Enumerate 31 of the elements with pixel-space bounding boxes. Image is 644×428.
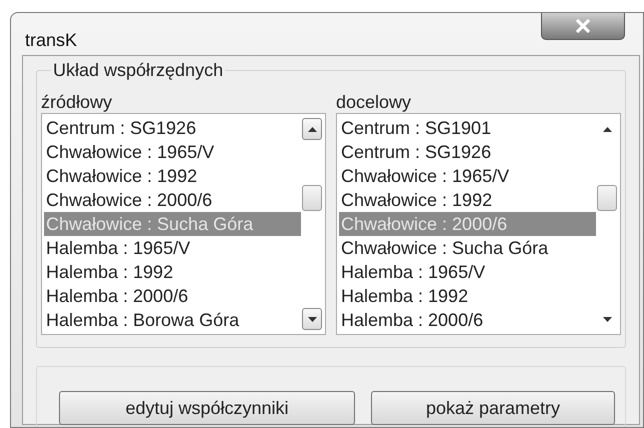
list-item[interactable]: Halemba : 2000/6 bbox=[339, 308, 596, 332]
list-item[interactable]: Chwałowice : 1992 bbox=[44, 164, 301, 188]
up-arrow-icon bbox=[602, 126, 612, 132]
scroll-up-button[interactable] bbox=[302, 118, 322, 140]
list-item[interactable]: Centrum : SG1901 bbox=[339, 116, 596, 140]
list-item[interactable]: Halemba : 2000/6 bbox=[44, 284, 301, 308]
list-label: źródłowy bbox=[41, 91, 112, 113]
list-item[interactable]: Chwałowice : 2000/6 bbox=[44, 188, 301, 212]
down-arrow-icon bbox=[602, 316, 612, 322]
list-item[interactable]: Chwałowice : Sucha Góra bbox=[339, 236, 596, 260]
list-item[interactable]: Halemba : 1965/V bbox=[339, 260, 596, 284]
list-item[interactable]: Halemba : 1992 bbox=[44, 260, 301, 284]
action-button[interactable]: edytuj współczynniki bbox=[59, 391, 355, 425]
scroll-thumb[interactable] bbox=[597, 185, 617, 211]
list-item[interactable]: Chwałowice : 1965/V bbox=[339, 164, 596, 188]
list-item[interactable]: Chwałowice : 1965/V bbox=[44, 140, 301, 164]
action-button[interactable]: pokaż parametry bbox=[371, 391, 615, 425]
close-icon bbox=[575, 19, 591, 33]
list-item[interactable]: Halemba : 1965/V bbox=[44, 236, 301, 260]
scroll-down-button[interactable] bbox=[302, 308, 322, 330]
down-arrow-icon bbox=[308, 316, 316, 322]
window-title: transK bbox=[24, 29, 78, 52]
list-label: docelowy bbox=[336, 91, 412, 113]
list-item[interactable]: Halemba : 1992 bbox=[339, 284, 596, 308]
scroll-thumb[interactable] bbox=[302, 185, 322, 211]
list-item[interactable]: Centrum : SG1926 bbox=[44, 116, 301, 140]
up-arrow-icon bbox=[308, 126, 316, 132]
close-button[interactable] bbox=[541, 13, 625, 40]
list-item[interactable]: Halemba : Borowa Góra bbox=[44, 308, 301, 332]
list-item[interactable]: Centrum : SG1926 bbox=[339, 140, 596, 164]
list-item[interactable]: Chwałowice : 1992 bbox=[339, 188, 596, 212]
